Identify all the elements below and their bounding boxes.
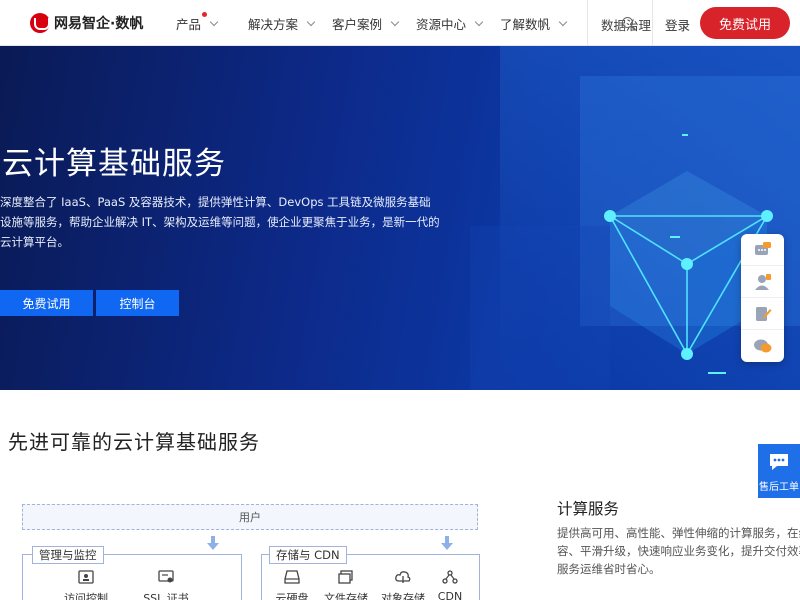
cloud-upload-icon xyxy=(395,571,411,583)
access-control-icon xyxy=(78,570,94,584)
service-ssl-cert[interactable]: SSL 证书 xyxy=(136,570,196,600)
service-access-control[interactable]: 访问控制 xyxy=(56,570,116,600)
section-title: 先进可靠的云计算基础服务 xyxy=(8,430,260,454)
arrow-down-icon xyxy=(441,536,453,550)
chevron-down-icon xyxy=(306,17,316,26)
nav-item-label: 解决方案 xyxy=(248,17,299,32)
nav-item-label: 了解数帆 xyxy=(500,17,551,32)
compute-service-title: 计算服务 xyxy=(557,500,620,518)
compute-service-description: 提供高可用、高性能、弹性伸缩的计算服务，在线扩 容、平滑升级，快速响应业务变化，… xyxy=(557,524,800,578)
top-nav: 网易智企·数帆 产品 解决方案 客户案例 资源中心 了解数帆 数据治理 登录 免… xyxy=(0,0,800,46)
nav-divider xyxy=(587,0,588,46)
certificate-icon xyxy=(158,570,174,583)
group-label: 管理与监控 xyxy=(32,546,104,564)
floating-toolbar xyxy=(741,234,784,362)
logo-icon xyxy=(30,13,50,33)
service-cloud-disk[interactable]: 云硬盘 xyxy=(262,570,322,600)
feedback-tool[interactable] xyxy=(741,298,784,330)
file-storage-icon xyxy=(338,570,353,584)
network-nodes-icon xyxy=(442,570,458,584)
service-label: 对象存储 xyxy=(381,592,425,600)
hero-console-button[interactable]: 控制台 xyxy=(96,290,179,316)
chevron-down-icon xyxy=(558,17,568,26)
service-label: 访问控制 xyxy=(64,592,108,600)
description-line: 容、平滑升级，快速响应业务变化，提升交付效率， xyxy=(557,544,800,558)
group-label: 存储与 CDN xyxy=(269,546,347,564)
login-link[interactable]: 登录 xyxy=(665,15,690,34)
after-sales-label: 售后工单 xyxy=(759,482,799,493)
chevron-down-icon xyxy=(474,17,484,26)
nav-item-cases[interactable]: 客户案例 xyxy=(332,14,400,33)
logo[interactable]: 网易智企·数帆 xyxy=(30,13,143,33)
nav-item-label: 产品 xyxy=(176,17,202,32)
support-tool[interactable] xyxy=(741,266,784,298)
nav-item-label: 资源中心 xyxy=(416,17,467,32)
consult-tool[interactable] xyxy=(741,234,784,266)
page: 网易智企·数帆 产品 解决方案 客户案例 资源中心 了解数帆 数据治理 登录 免… xyxy=(0,0,800,600)
chevron-down-icon xyxy=(390,17,400,26)
support-person-icon xyxy=(754,273,771,290)
service-label: SSL 证书 xyxy=(143,592,189,600)
chat-icon xyxy=(753,339,771,353)
nav-divider xyxy=(652,0,653,46)
description-line: 服务运维省时省心。 xyxy=(557,562,661,576)
feedback-icon xyxy=(755,306,771,321)
nav-item-label: 客户案例 xyxy=(332,17,383,32)
user-bar: 用户 xyxy=(22,504,478,530)
message-icon xyxy=(770,454,788,470)
service-label: 文件存储 xyxy=(324,592,368,600)
service-label: 云硬盘 xyxy=(275,592,309,600)
nav-item-about[interactable]: 了解数帆 xyxy=(500,14,568,33)
service-label: CDN xyxy=(437,590,463,600)
consult-icon xyxy=(754,241,771,255)
search-icon[interactable] xyxy=(622,17,633,28)
service-file-storage[interactable]: 文件存储 xyxy=(316,570,376,600)
nav-item-resources[interactable]: 资源中心 xyxy=(416,14,484,33)
free-trial-button[interactable]: 免费试用 xyxy=(700,7,790,39)
nav-item-products[interactable]: 产品 xyxy=(176,12,219,33)
description-line: 提供高可用、高性能、弹性伸缩的计算服务，在线扩 xyxy=(557,526,800,540)
hero-banner: 云计算基础服务 深度整合了 IaaS、PaaS 及容器技术，提供弹性计算、Dev… xyxy=(0,46,800,390)
nav-item-solutions[interactable]: 解决方案 xyxy=(248,14,316,33)
new-dot-badge xyxy=(202,12,207,17)
after-sales-ticket-button[interactable]: 售后工单 xyxy=(758,444,800,498)
hero-description: 深度整合了 IaaS、PaaS 及容器技术，提供弹性计算、DevOps 工具链及… xyxy=(0,195,440,249)
hero-title: 云计算基础服务 xyxy=(2,146,226,182)
arrow-down-icon xyxy=(207,536,219,550)
hero-free-trial-button[interactable]: 免费试用 xyxy=(0,290,93,316)
chat-tool[interactable] xyxy=(741,330,784,362)
logo-text: 网易智企·数帆 xyxy=(54,16,144,32)
service-cdn[interactable]: CDN xyxy=(420,570,480,600)
chevron-down-icon xyxy=(209,17,219,26)
cloud-disk-icon xyxy=(284,570,300,584)
